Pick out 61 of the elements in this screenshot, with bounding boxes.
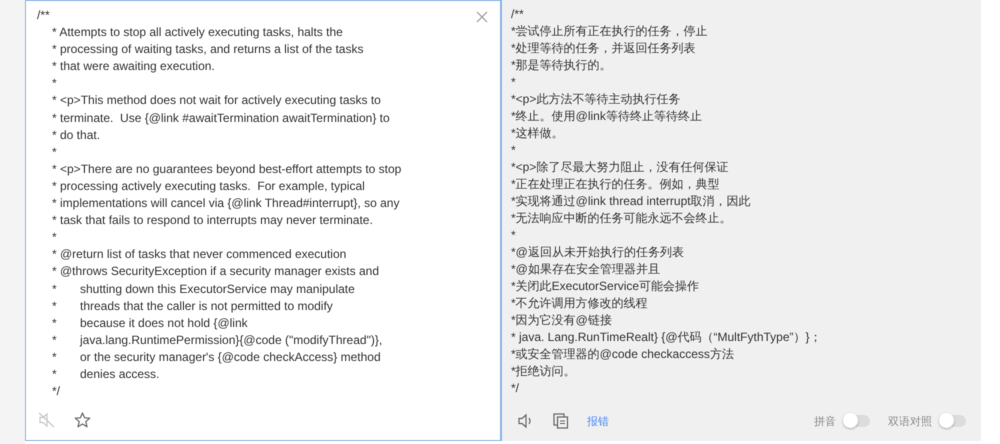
source-line: * terminate. Use {@link #awaitTermination awaitTermination} to [51, 110, 390, 127]
source-line: * task that fails to respond to interrupts may never terminate. [51, 212, 373, 230]
source-line: * processing actively executing tasks. For example, typical [51, 178, 365, 195]
translation-line: *终止。使用@link等待终止等待终止 [511, 108, 702, 125]
translation-line: * [511, 74, 516, 91]
source-line: * that were awaiting execution. [51, 58, 215, 76]
translation-line: *<p>此方法不等待主动执行任务 [511, 91, 680, 108]
source-line: * do that. [51, 126, 100, 144]
toggle-switch[interactable] [844, 415, 870, 427]
comment-marker: * [52, 280, 58, 298]
source-line: * <p>This method does not wait for actively executing tasks to [51, 92, 381, 110]
comment-marker: * [52, 298, 58, 315]
translation-line: *<p>除了尽最大努力阻止，没有任何保证 [511, 159, 728, 176]
close-icon[interactable] [476, 11, 488, 23]
comment-marker: * [52, 366, 58, 383]
source-line: shutting down this ExecutorService may manipulate [80, 280, 355, 298]
translation-line: *或安全管理器的@code checkaccess方法 [511, 346, 734, 363]
source-line: threads that the caller is not permitted to modify [80, 298, 333, 315]
toggle-switch[interactable] [940, 415, 966, 427]
translation-line: *正在处理正在执行的任务。例如，典型 [511, 176, 720, 193]
comment-marker: * [52, 348, 58, 366]
source-line: * processing of waiting tasks, and returns a list of the tasks [51, 41, 364, 58]
copy-icon[interactable] [553, 413, 569, 429]
translation-line: *尝试停止所有正在执行的任务，停止 [511, 23, 708, 40]
translation-line: * [511, 227, 516, 244]
toggle-label: 拼音 [814, 414, 836, 428]
translation-line: *不允许调用方修改的线程 [511, 295, 648, 312]
translation-line: * [511, 142, 516, 159]
translation-line: * java. Lang.RunTimeRealt} {@代码（“MultFythType”）}； [511, 329, 822, 346]
translation-line: */ [511, 380, 520, 397]
toggle-label: 双语对照 [888, 414, 932, 428]
source-line: * @throws SecurityException if a security manager exists and [51, 263, 379, 280]
report-error-link[interactable]: 报错 [587, 414, 609, 428]
source-line: * <p>There are no guarantees beyond best-effort attempts to stop [51, 160, 402, 178]
source-line: because it does not hold {@link [80, 314, 248, 332]
translation-line: *那是等待执行的。 [511, 57, 612, 74]
translation-line: /** [511, 6, 524, 23]
source-line: * Attempts to stop all actively executing tasks, halts the [51, 24, 343, 42]
translation-line: *无法响应中断的任务可能永远不会终止。 [511, 210, 732, 227]
translation-line: *这样做。 [511, 125, 564, 142]
source-line: */ [51, 383, 60, 400]
source-line: * [51, 75, 57, 92]
translation-line: *@如果存在安全管理器并且 [511, 261, 660, 278]
comment-marker: * [52, 314, 58, 332]
source-line: /** [37, 7, 50, 24]
source-line: denies access. [80, 366, 160, 383]
translation-line: *因为它没有@链接 [511, 312, 612, 329]
source-line: or the security manager's {@code checkAccess} method [80, 348, 381, 366]
comment-marker: * [52, 332, 58, 349]
source-line: * [51, 229, 57, 246]
star-icon[interactable] [74, 412, 91, 428]
translation-line: *处理等待的任务，并返回任务列表 [511, 40, 696, 57]
source-line: java.lang.RuntimePermission}{@code ("modifyThread")}, [80, 332, 382, 349]
source-line: * implementations will cancel via {@link Thread#interrupt}, so any [51, 195, 400, 212]
source-line: * [51, 144, 57, 161]
translation-line: *@返回从未开始执行的任务列表 [511, 244, 684, 261]
source-panel[interactable] [25, 0, 501, 441]
translation-line: *关闭此ExecutorService可能会操作 [511, 278, 700, 295]
source-line: * @return list of tasks that never commenced execution [51, 246, 346, 264]
translation-line: *实现将通过@link thread interrupt取消，因此 [511, 193, 751, 210]
translation-line: *拒绝访问。 [511, 363, 576, 380]
